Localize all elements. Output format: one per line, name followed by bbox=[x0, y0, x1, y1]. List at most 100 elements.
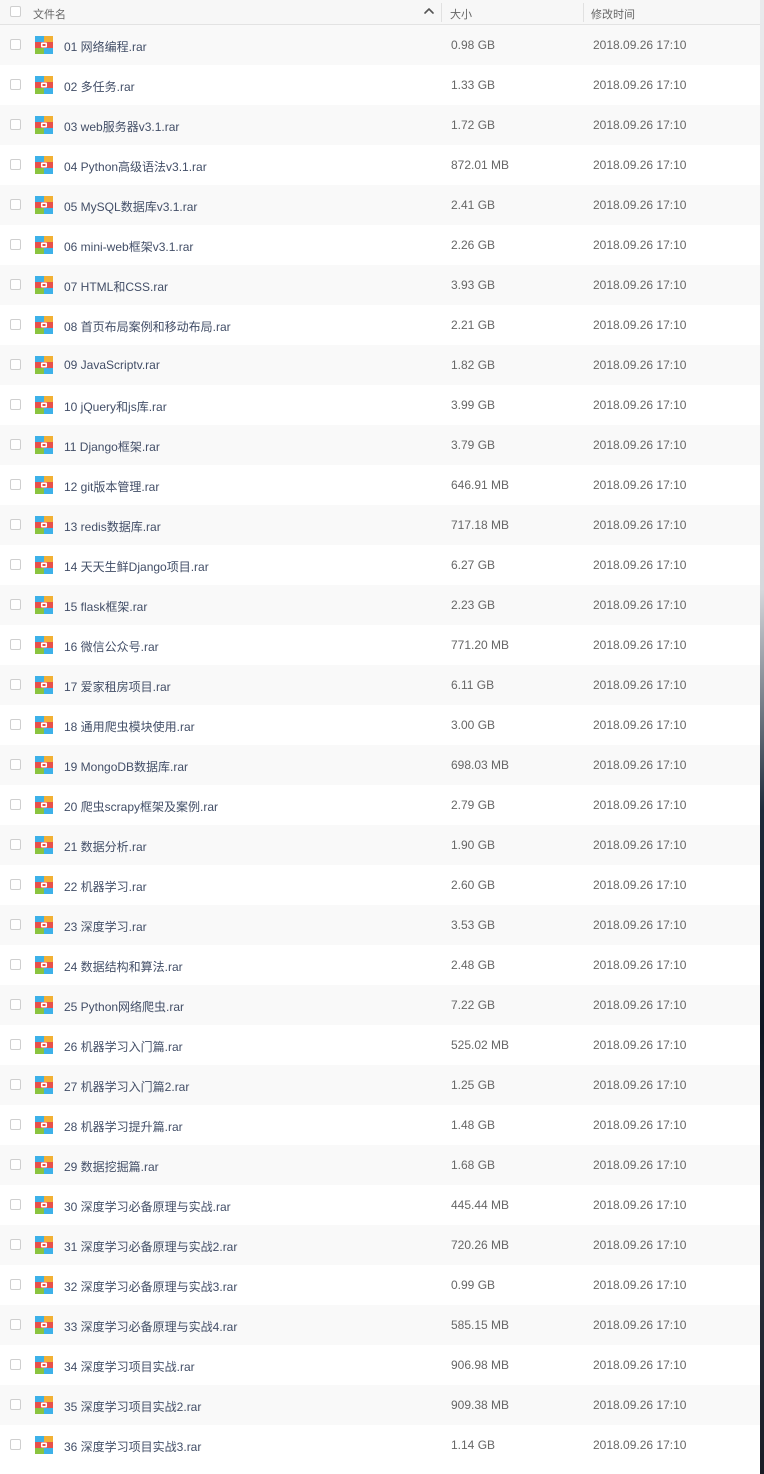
rar-archive-icon[interactable] bbox=[34, 1195, 54, 1215]
file-row[interactable]: 33 深度学习必备原理与实战4.rar 585.15 MB 2018.09.26 1… bbox=[0, 1305, 760, 1345]
row-checkbox[interactable] bbox=[10, 879, 21, 890]
row-checkbox[interactable] bbox=[10, 519, 21, 530]
file-row[interactable]: 02 多任务.rar 1.33 GB 2018.09.26 17:10 bbox=[0, 65, 760, 105]
rar-archive-icon[interactable] bbox=[34, 1435, 54, 1455]
file-row[interactable]: 27 机器学习入门篇2.rar 1.25 GB 2018.09.26 17:10 bbox=[0, 1065, 760, 1105]
rar-archive-icon[interactable] bbox=[34, 1235, 54, 1255]
file-row[interactable]: 30 深度学习必备原理与实战.rar 445.44 MB 2018.09.26 17… bbox=[0, 1185, 760, 1225]
row-checkbox[interactable] bbox=[10, 1439, 21, 1450]
rar-archive-icon[interactable] bbox=[34, 635, 54, 655]
file-name[interactable]: 01 网络编程.rar bbox=[64, 38, 147, 55]
row-checkbox[interactable] bbox=[10, 399, 21, 410]
file-row[interactable]: 16 微信公众号.rar 771.20 MB 2018.09.26 17:10 bbox=[0, 625, 760, 665]
row-checkbox[interactable] bbox=[10, 679, 21, 690]
rar-archive-icon[interactable] bbox=[34, 1315, 54, 1335]
file-row[interactable]: 09 JavaScriptv.rar 1.82 GB 2018.09.26 17:1… bbox=[0, 345, 760, 385]
column-divider[interactable] bbox=[441, 3, 442, 22]
file-name[interactable]: 28 机器学习提升篇.rar bbox=[64, 1118, 183, 1135]
row-checkbox[interactable] bbox=[10, 799, 21, 810]
file-name[interactable]: 06 mini-web框架v3.1.rar bbox=[64, 238, 193, 255]
file-name[interactable]: 17 爱家租房项目.rar bbox=[64, 678, 171, 695]
rar-archive-icon[interactable] bbox=[34, 995, 54, 1015]
file-name[interactable]: 31 深度学习必备原理与实战2.rar bbox=[64, 1238, 237, 1255]
column-header-modified-time[interactable]: 修改时间 bbox=[591, 6, 635, 22]
file-name[interactable]: 26 机器学习入门篇.rar bbox=[64, 1038, 183, 1055]
rar-archive-icon[interactable] bbox=[34, 835, 54, 855]
file-row[interactable]: 31 深度学习必备原理与实战2.rar 720.26 MB 2018.09.26 1… bbox=[0, 1225, 760, 1265]
file-row[interactable]: 24 数据结构和算法.rar 2.48 GB 2018.09.26 17:10 bbox=[0, 945, 760, 985]
row-checkbox[interactable] bbox=[10, 1199, 21, 1210]
rar-archive-icon[interactable] bbox=[34, 1075, 54, 1095]
file-row[interactable]: 34 深度学习项目实战.rar 906.98 MB 2018.09.26 17:10 bbox=[0, 1345, 760, 1385]
rar-archive-icon[interactable] bbox=[34, 435, 54, 455]
select-all-checkbox[interactable] bbox=[10, 6, 21, 17]
row-checkbox[interactable] bbox=[10, 599, 21, 610]
rar-archive-icon[interactable] bbox=[34, 515, 54, 535]
file-name[interactable]: 20 爬虫scrapy框架及案例.rar bbox=[64, 798, 218, 815]
rar-archive-icon[interactable] bbox=[34, 475, 54, 495]
file-name[interactable]: 29 数据挖掘篇.rar bbox=[64, 1158, 159, 1175]
file-row[interactable]: 25 Python网络爬虫.rar 7.22 GB 2018.09.26 17:10 bbox=[0, 985, 760, 1025]
row-checkbox[interactable] bbox=[10, 1119, 21, 1130]
rar-archive-icon[interactable] bbox=[34, 955, 54, 975]
file-row[interactable]: 01 网络编程.rar 0.98 GB 2018.09.26 17:10 bbox=[0, 25, 760, 65]
row-checkbox[interactable] bbox=[10, 479, 21, 490]
file-name[interactable]: 25 Python网络爬虫.rar bbox=[64, 998, 184, 1015]
row-checkbox[interactable] bbox=[10, 1319, 21, 1330]
file-name[interactable]: 19 MongoDB数据库.rar bbox=[64, 758, 188, 775]
file-row[interactable]: 32 深度学习必备原理与实战3.rar 0.99 GB 2018.09.26 17:… bbox=[0, 1265, 760, 1305]
rar-archive-icon[interactable] bbox=[34, 1395, 54, 1415]
file-name[interactable]: 36 深度学习项目实战3.rar bbox=[64, 1438, 201, 1455]
row-checkbox[interactable] bbox=[10, 279, 21, 290]
row-checkbox[interactable] bbox=[10, 1399, 21, 1410]
row-checkbox[interactable] bbox=[10, 839, 21, 850]
row-checkbox[interactable] bbox=[10, 999, 21, 1010]
file-name[interactable]: 32 深度学习必备原理与实战3.rar bbox=[64, 1278, 237, 1295]
file-row[interactable]: 17 爱家租房项目.rar 6.11 GB 2018.09.26 17:10 bbox=[0, 665, 760, 705]
rar-archive-icon[interactable] bbox=[34, 155, 54, 175]
column-divider[interactable] bbox=[583, 3, 584, 22]
file-name[interactable]: 12 git版本管理.rar bbox=[64, 478, 159, 495]
file-name[interactable]: 16 微信公众号.rar bbox=[64, 638, 159, 655]
file-name[interactable]: 11 Django框架.rar bbox=[64, 438, 160, 455]
file-row[interactable]: 14 天天生鲜Django项目.rar 6.27 GB 2018.09.26 17:… bbox=[0, 545, 760, 585]
row-checkbox[interactable] bbox=[10, 559, 21, 570]
file-row[interactable]: 12 git版本管理.rar 646.91 MB 2018.09.26 17:10 bbox=[0, 465, 760, 505]
rar-archive-icon[interactable] bbox=[34, 395, 54, 415]
row-checkbox[interactable] bbox=[10, 919, 21, 930]
file-row[interactable]: 15 flask框架.rar 2.23 GB 2018.09.26 17:10 bbox=[0, 585, 760, 625]
file-name[interactable]: 15 flask框架.rar bbox=[64, 598, 147, 615]
rar-archive-icon[interactable] bbox=[34, 795, 54, 815]
chevron-up-icon[interactable] bbox=[423, 5, 435, 17]
file-row[interactable]: 21 数据分析.rar 1.90 GB 2018.09.26 17:10 bbox=[0, 825, 760, 865]
file-name[interactable]: 27 机器学习入门篇2.rar bbox=[64, 1078, 189, 1095]
rar-archive-icon[interactable] bbox=[34, 35, 54, 55]
file-row[interactable]: 20 爬虫scrapy框架及案例.rar 2.79 GB 2018.09.26 17… bbox=[0, 785, 760, 825]
file-name[interactable]: 02 多任务.rar bbox=[64, 78, 135, 95]
file-name[interactable]: 03 web服务器v3.1.rar bbox=[64, 118, 179, 135]
row-checkbox[interactable] bbox=[10, 1279, 21, 1290]
rar-archive-icon[interactable] bbox=[34, 1355, 54, 1375]
file-row[interactable]: 04 Python高级语法v3.1.rar 872.01 MB 2018.09.26… bbox=[0, 145, 760, 185]
row-checkbox[interactable] bbox=[10, 1359, 21, 1370]
rar-archive-icon[interactable] bbox=[34, 675, 54, 695]
file-row[interactable]: 11 Django框架.rar 3.79 GB 2018.09.26 17:10 bbox=[0, 425, 760, 465]
file-row[interactable]: 13 redis数据库.rar 717.18 MB 2018.09.26 17:10 bbox=[0, 505, 760, 545]
row-checkbox[interactable] bbox=[10, 1239, 21, 1250]
row-checkbox[interactable] bbox=[10, 239, 21, 250]
file-row[interactable]: 36 深度学习项目实战3.rar 1.14 GB 2018.09.26 17:10 bbox=[0, 1425, 760, 1465]
rar-archive-icon[interactable] bbox=[34, 355, 54, 375]
file-name[interactable]: 18 通用爬虫模块使用.rar bbox=[64, 718, 195, 735]
file-name[interactable]: 35 深度学习项目实战2.rar bbox=[64, 1398, 201, 1415]
rar-archive-icon[interactable] bbox=[34, 1035, 54, 1055]
row-checkbox[interactable] bbox=[10, 79, 21, 90]
file-row[interactable]: 18 通用爬虫模块使用.rar 3.00 GB 2018.09.26 17:10 bbox=[0, 705, 760, 745]
rar-archive-icon[interactable] bbox=[34, 755, 54, 775]
rar-archive-icon[interactable] bbox=[34, 75, 54, 95]
row-checkbox[interactable] bbox=[10, 719, 21, 730]
rar-archive-icon[interactable] bbox=[34, 195, 54, 215]
rar-archive-icon[interactable] bbox=[34, 555, 54, 575]
file-name[interactable]: 07 HTML和CSS.rar bbox=[64, 278, 168, 295]
row-checkbox[interactable] bbox=[10, 319, 21, 330]
file-row[interactable]: 08 首页布局案例和移动布局.rar 2.21 GB 2018.09.26 17:1… bbox=[0, 305, 760, 345]
